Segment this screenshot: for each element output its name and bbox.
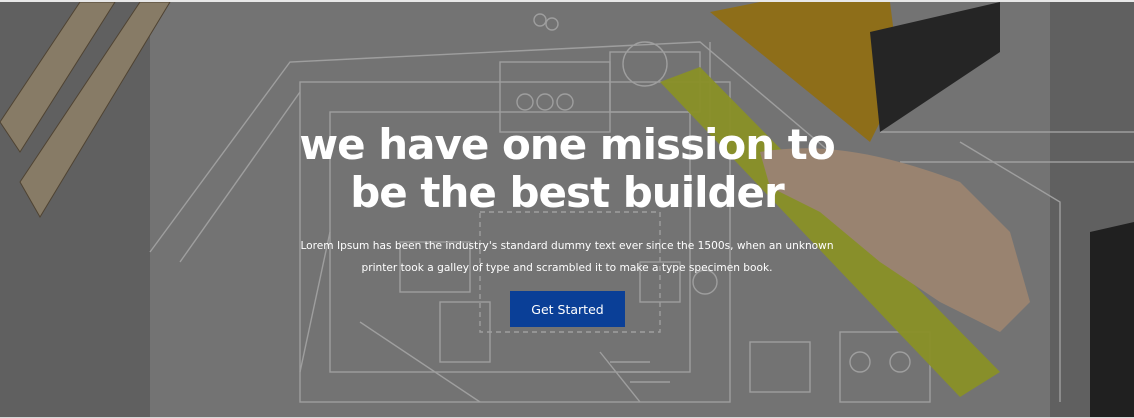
- hero-description: Lorem Ipsum has been the industry's stan…: [290, 235, 844, 279]
- hero-title: we have one mission to be the best build…: [0, 121, 1134, 217]
- hero-description-line2: printer took a galley of type and scramb…: [361, 262, 773, 274]
- hero-title-line2: be the best builder: [350, 168, 785, 217]
- hero-title-line1: we have one mission to: [299, 120, 835, 169]
- hero-section: we have one mission to be the best build…: [0, 0, 1134, 418]
- hero-description-line1: Lorem Ipsum has been the industry's stan…: [300, 240, 834, 252]
- get-started-button[interactable]: Get Started: [510, 291, 625, 327]
